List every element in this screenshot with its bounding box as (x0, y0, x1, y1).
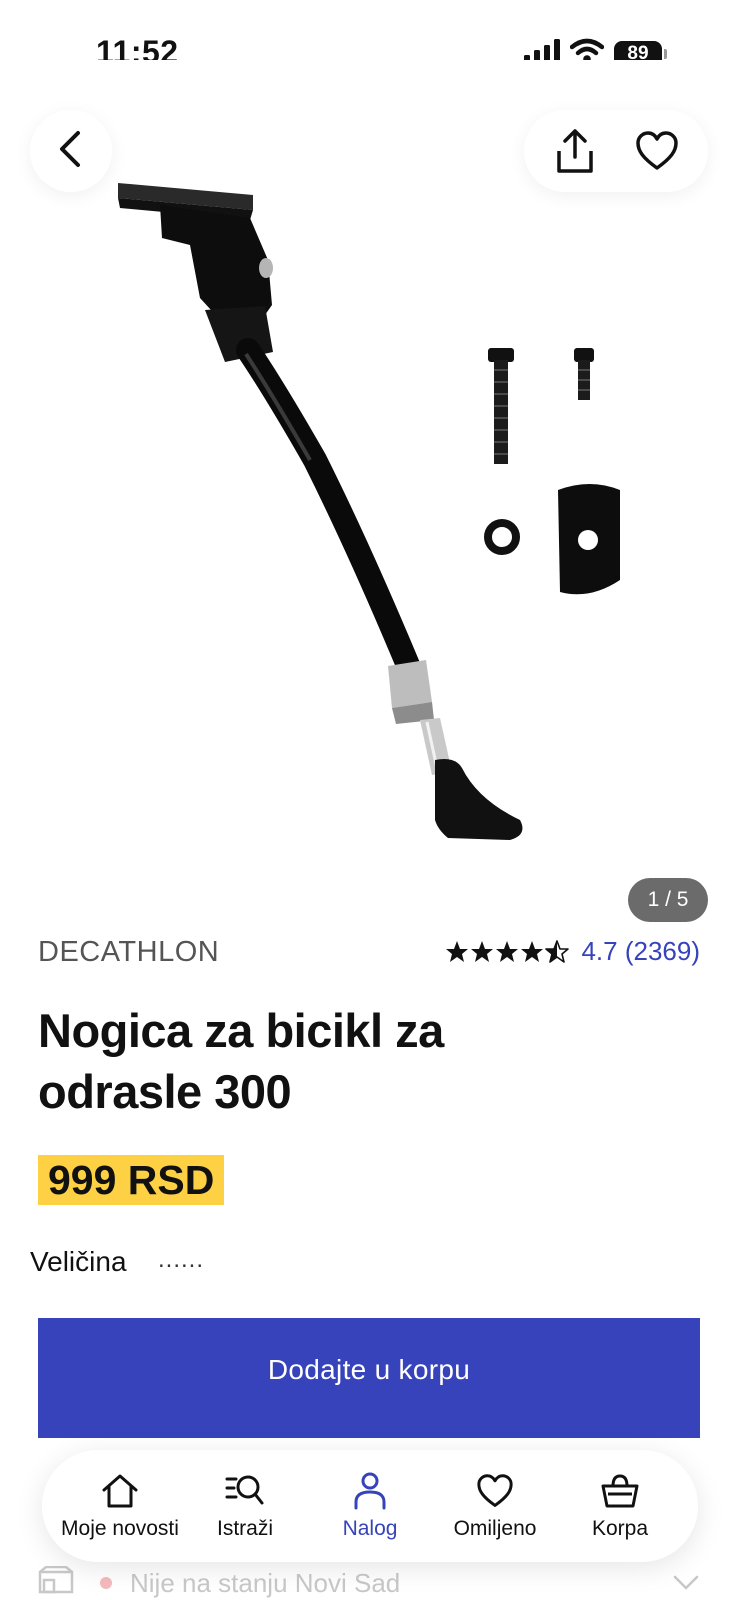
image-counter: 1 / 5 (628, 878, 708, 922)
size-value[interactable]: ...... (158, 1246, 204, 1274)
favorite-button[interactable] (622, 116, 692, 186)
nav-item-explore[interactable]: Istraži (185, 1456, 305, 1556)
store-availability[interactable]: Nije na stanju Novi Sad (38, 1565, 700, 1600)
star-icon (496, 940, 519, 962)
nav-label: Omiljeno (453, 1517, 537, 1540)
heart-icon (475, 1471, 515, 1511)
availability-text: Nije na stanju Novi Sad (130, 1567, 401, 1598)
product-actions (524, 110, 708, 192)
nav-label: Korpa (591, 1517, 649, 1540)
share-icon (557, 129, 593, 173)
search-list-icon (225, 1471, 265, 1511)
back-button[interactable] (30, 110, 112, 192)
rating-stars (445, 939, 570, 964)
basket-icon (600, 1471, 640, 1511)
product-price: 999 RSD (38, 1155, 225, 1205)
nav-item-favorites[interactable]: Omiljeno (435, 1456, 555, 1556)
nav-item-home[interactable]: Moje novosti (60, 1456, 180, 1556)
back-icon (56, 129, 86, 174)
rating-text: 4.7 (2369) (581, 936, 700, 966)
nav-item-cart[interactable]: Korpa (560, 1456, 680, 1556)
star-icon (471, 940, 494, 962)
home-icon (100, 1471, 140, 1511)
product-rating[interactable]: 4.7 (2369) (445, 936, 700, 967)
share-button[interactable] (540, 116, 610, 186)
nav-label: Nalog (342, 1517, 398, 1540)
user-icon (350, 1471, 390, 1511)
bottom-navigation: Moje novosti Istraži Nalog Omiljeno Korp… (42, 1450, 698, 1562)
nav-label: Moje novosti (61, 1517, 179, 1540)
store-icon (38, 1565, 74, 1600)
size-label: Veličina (30, 1246, 127, 1277)
star-half-icon (545, 939, 570, 963)
chevron-down-icon (672, 1568, 700, 1599)
star-icon (446, 940, 469, 962)
product-title-line: odrasle 300 (38, 1065, 292, 1118)
add-to-cart-label: Dodajte u korpu (267, 1354, 471, 1385)
product-title-line: Nogica za bicikl za (38, 1004, 444, 1057)
availability-dot (100, 1577, 112, 1589)
star-icon (521, 940, 544, 962)
add-to-cart-button[interactable]: Dodajte u korpu (38, 1318, 700, 1438)
nav-item-account[interactable]: Nalog (310, 1456, 448, 1556)
product-title: Nogica za bicikl za odrasle 300 (38, 1000, 518, 1122)
nav-label: Istraži (216, 1517, 273, 1540)
brand-name: DECATHLON (38, 936, 220, 968)
heart-icon (636, 131, 678, 170)
